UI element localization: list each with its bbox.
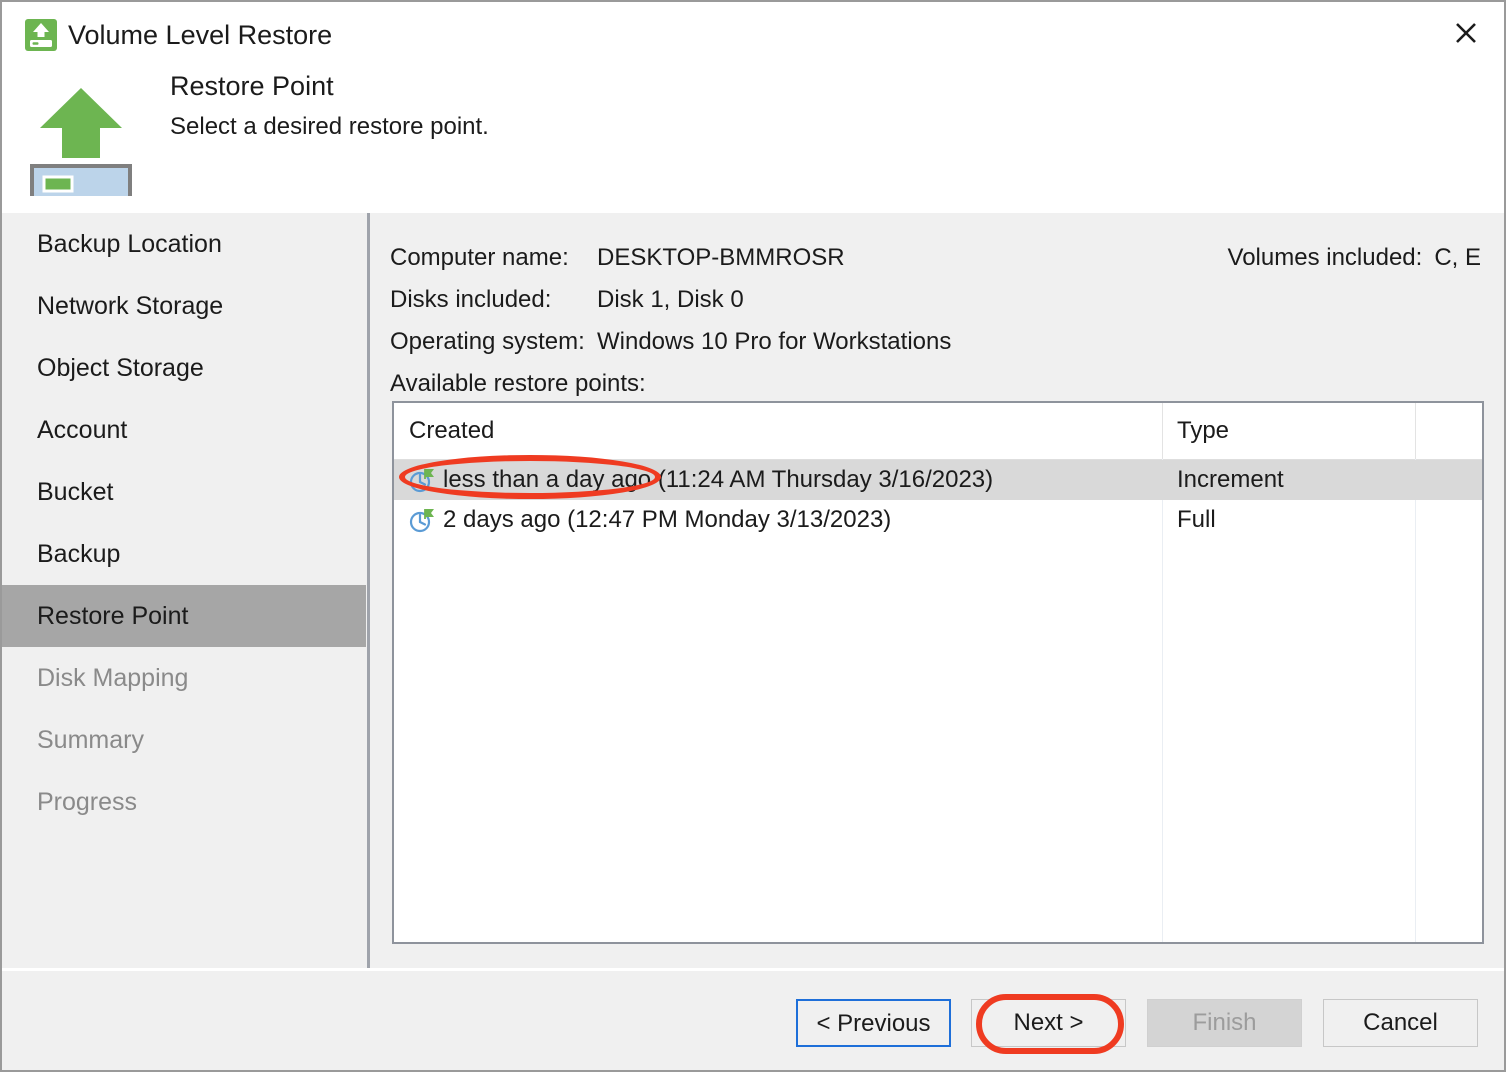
column-separator[interactable] — [1162, 403, 1163, 459]
dialog-footer: < Previous Next > Finish Cancel — [2, 971, 1504, 1070]
cancel-button[interactable]: Cancel — [1323, 999, 1478, 1047]
column-separator[interactable] — [1415, 403, 1416, 459]
dialog-body: Backup Location Network Storage Object S… — [2, 213, 1504, 970]
previous-button[interactable]: < Previous — [796, 999, 951, 1047]
title-bar: Volume Level Restore — [2, 2, 1504, 66]
sidebar-item-label: Bucket — [37, 478, 114, 506]
operating-system-label: Operating system: — [390, 328, 585, 355]
restore-point-created-cell: 2 days ago (12:47 PM Monday 3/13/2023) — [409, 500, 891, 540]
sidebar-item-label: Restore Point — [37, 602, 189, 630]
volume-restore-large-icon — [30, 76, 132, 203]
finish-button: Finish — [1147, 999, 1302, 1047]
restore-point-panel: Computer name: DESKTOP-BMMROSR Disks inc… — [370, 213, 1504, 970]
restore-point-type-cell: Full — [1177, 506, 1216, 533]
sidebar-item-restore-point[interactable]: Restore Point — [2, 585, 366, 647]
restore-point-created-cell: less than a day ago (11:24 AM Thursday 3… — [409, 460, 993, 500]
sidebar-item-summary: Summary — [2, 709, 366, 771]
next-button[interactable]: Next > — [971, 999, 1126, 1047]
list-rows: less than a day ago (11:24 AM Thursday 3… — [394, 460, 1482, 942]
volume-restore-icon — [24, 18, 58, 52]
sidebar-item-label: Account — [37, 416, 128, 444]
restore-point-clock-icon — [409, 507, 435, 533]
disks-included-label: Disks included: — [390, 286, 552, 313]
computer-name-label: Computer name: — [390, 244, 569, 271]
window-title: Volume Level Restore — [68, 20, 333, 50]
restore-points-list[interactable]: Created Type less than a day ago (11:24 … — [392, 401, 1484, 944]
restore-point-created-text: less than a day ago (11:24 AM Thursday 3… — [443, 466, 994, 493]
sidebar-item-backup-location[interactable]: Backup Location — [2, 213, 366, 275]
restore-point-type-cell: Increment — [1177, 466, 1284, 493]
restore-point-clock-icon — [409, 467, 435, 493]
volumes-included: Volumes included: C, E — [1228, 244, 1481, 272]
table-row[interactable]: 2 days ago (12:47 PM Monday 3/13/2023) F… — [394, 500, 1482, 540]
wizard-steps-sidebar: Backup Location Network Storage Object S… — [2, 213, 366, 970]
disks-included-value: Disk 1, Disk 0 — [597, 286, 744, 313]
sidebar-item-object-storage[interactable]: Object Storage — [2, 337, 366, 399]
column-header-created[interactable]: Created — [409, 403, 494, 459]
list-header-row: Created Type — [394, 403, 1482, 460]
sidebar-item-label: Backup Location — [37, 230, 222, 258]
close-icon[interactable] — [1438, 8, 1494, 58]
sidebar-item-backup[interactable]: Backup — [2, 523, 366, 585]
available-restore-points-label: Available restore points: — [390, 370, 646, 397]
column-header-type[interactable]: Type — [1177, 403, 1229, 459]
sidebar-item-label: Object Storage — [37, 354, 204, 382]
page-subtitle: Select a desired restore point. — [170, 113, 489, 140]
page-title: Restore Point — [170, 71, 334, 101]
wizard-header: Restore Point Select a desired restore p… — [2, 66, 1504, 213]
restore-point-created-text: 2 days ago (12:47 PM Monday 3/13/2023) — [443, 506, 892, 533]
sidebar-item-label: Backup — [37, 540, 121, 568]
volumes-included-value: C, E — [1434, 244, 1481, 271]
sidebar-item-progress: Progress — [2, 771, 366, 833]
sidebar-item-label: Progress — [37, 788, 138, 816]
sidebar-item-label: Summary — [37, 726, 144, 754]
computer-name-value: DESKTOP-BMMROSR — [597, 244, 845, 271]
sidebar-item-account[interactable]: Account — [2, 399, 366, 461]
operating-system-value: Windows 10 Pro for Workstations — [597, 328, 952, 355]
table-row[interactable]: less than a day ago (11:24 AM Thursday 3… — [394, 460, 1482, 500]
sidebar-item-label: Disk Mapping — [37, 664, 189, 692]
sidebar-item-label: Network Storage — [37, 292, 224, 320]
sidebar-item-network-storage[interactable]: Network Storage — [2, 275, 366, 337]
sidebar-item-disk-mapping: Disk Mapping — [2, 647, 366, 709]
volume-level-restore-dialog: Volume Level Restore Restore Point Selec… — [0, 0, 1506, 1072]
volumes-included-label: Volumes included: — [1227, 244, 1423, 271]
sidebar-item-bucket[interactable]: Bucket — [2, 461, 366, 523]
